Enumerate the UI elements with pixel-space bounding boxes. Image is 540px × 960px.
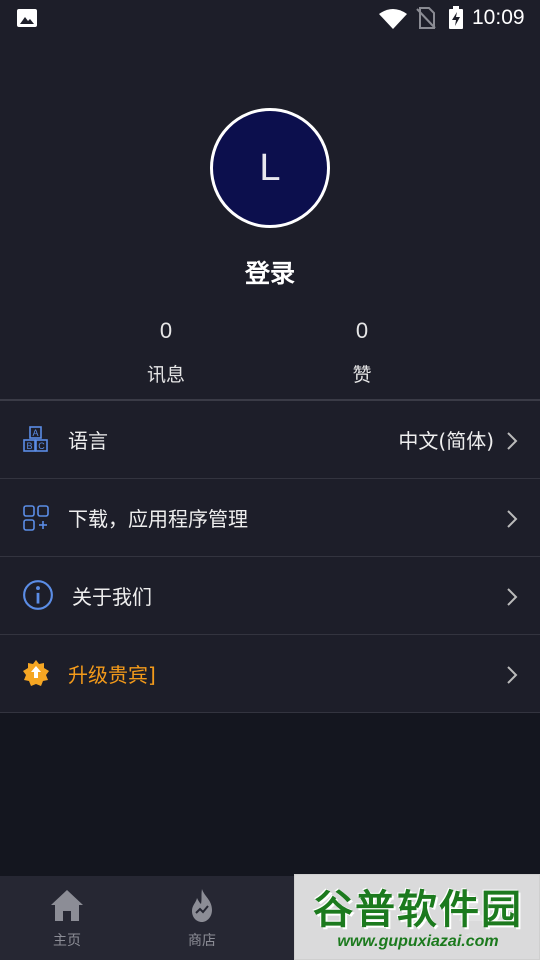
menu-item-about[interactable]: 关于我们	[0, 557, 540, 635]
svg-text:C: C	[38, 441, 45, 451]
no-sim-icon	[416, 7, 436, 29]
about-label: 关于我们	[72, 585, 152, 609]
nav-store[interactable]: 商店	[135, 876, 269, 960]
messages-count: 0	[159, 318, 173, 343]
avatar-initial: L	[259, 146, 281, 189]
chevron-right-icon	[507, 666, 518, 684]
vip-badge-icon	[23, 660, 49, 686]
app-management-label: 下载，应用程序管理	[68, 507, 248, 531]
battery-charging-icon	[449, 6, 463, 29]
chevron-right-icon	[507, 588, 518, 606]
language-value: 中文(简体)	[398, 429, 494, 453]
likes-label: 赞	[352, 364, 372, 386]
stat-likes[interactable]: 0 赞	[302, 318, 422, 387]
wifi-icon	[379, 9, 407, 29]
stat-messages[interactable]: 0 讯息	[106, 318, 226, 387]
language-abc-icon: A B C	[23, 426, 48, 452]
info-icon	[23, 580, 53, 610]
language-label: 语言	[68, 429, 108, 453]
menu-item-language[interactable]: A B C 语言 中文(简体)	[0, 401, 540, 479]
chevron-right-icon	[507, 510, 518, 528]
settings-menu: A B C 语言 中文(简体) 下载，应用程序管理 关于我们 升级贵宾]	[0, 401, 540, 713]
svg-text:B: B	[26, 441, 32, 451]
avatar[interactable]: L	[210, 108, 330, 228]
nav-home[interactable]: 主页	[0, 876, 134, 960]
home-icon	[51, 890, 83, 921]
login-button[interactable]: 登录	[0, 254, 540, 290]
nav-home-label: 主页	[53, 933, 81, 949]
fire-icon	[192, 889, 212, 922]
gallery-icon	[17, 9, 37, 27]
menu-item-app-management[interactable]: 下载，应用程序管理	[0, 479, 540, 557]
chevron-right-icon	[507, 432, 518, 450]
menu-item-upgrade-vip[interactable]: 升级贵宾]	[0, 635, 540, 713]
status-bar: 10:09	[0, 0, 540, 36]
messages-label: 讯息	[146, 364, 185, 386]
watermark-url: www.gupuxiazai.com	[337, 933, 499, 950]
likes-count: 0	[355, 318, 369, 343]
watermark: 谷普软件园 www.gupuxiazai.com	[294, 874, 540, 960]
svg-text:A: A	[32, 428, 38, 438]
status-time: 10:09	[472, 6, 525, 29]
watermark-title: 谷普软件园	[313, 887, 523, 933]
app-grid-icon	[23, 505, 49, 531]
upgrade-vip-label: 升级贵宾]	[68, 663, 156, 687]
nav-store-label: 商店	[188, 933, 216, 949]
